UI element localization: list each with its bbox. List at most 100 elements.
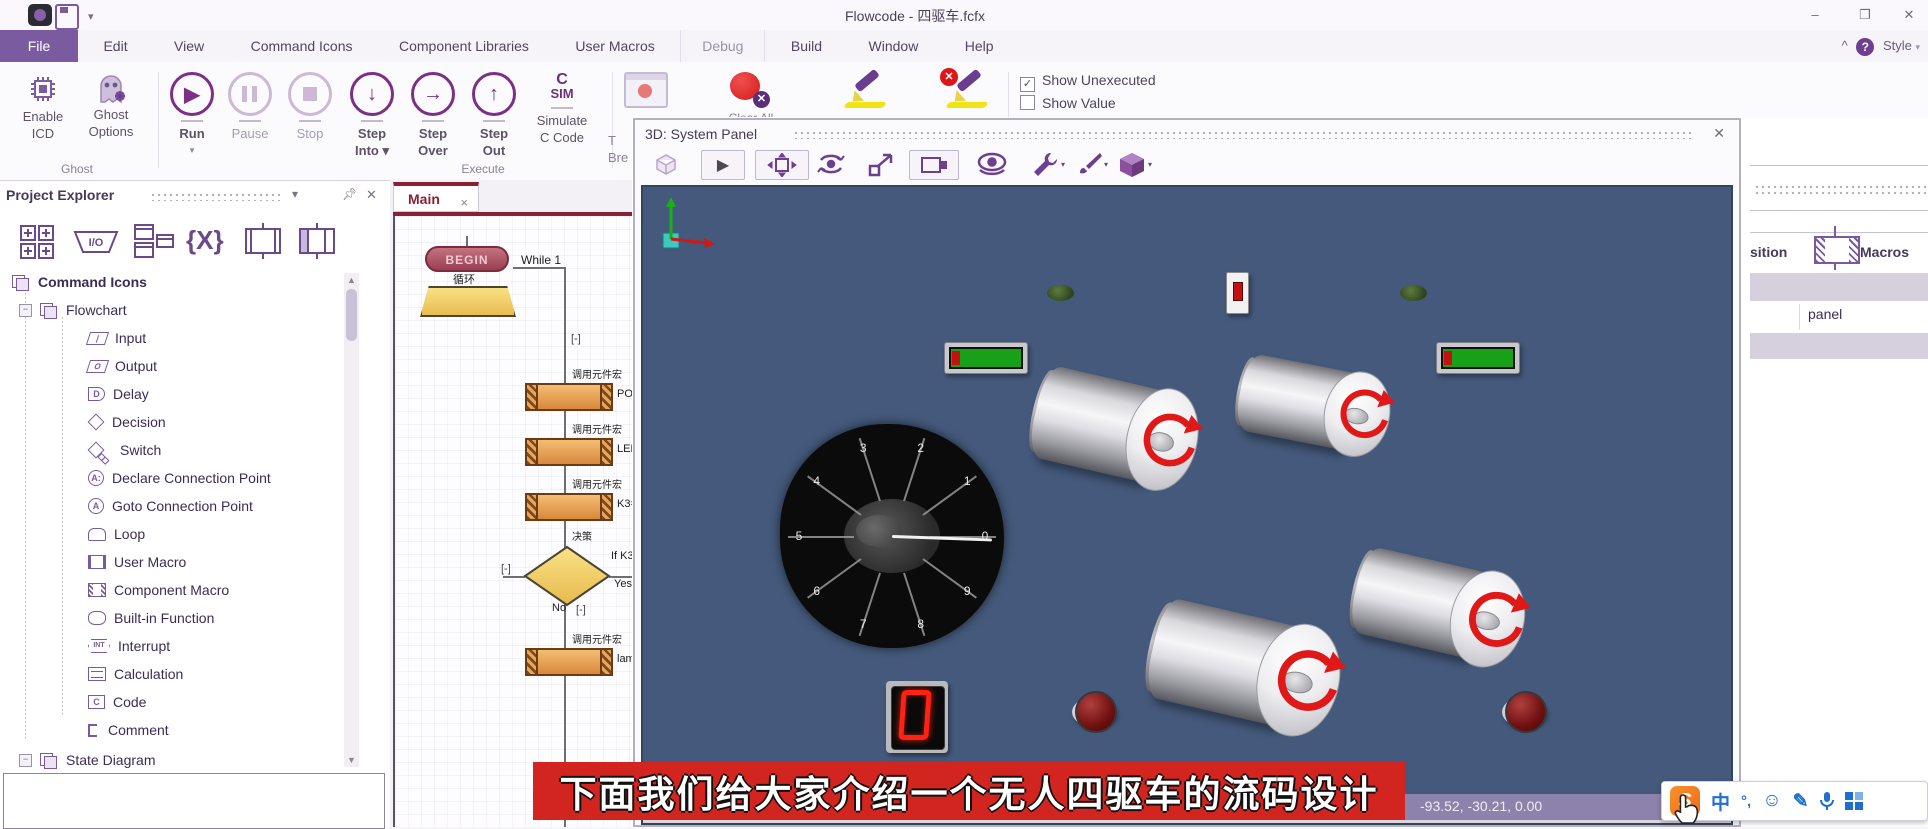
tree-item-decision[interactable]: Decision bbox=[88, 409, 166, 435]
seven-segment-display[interactable] bbox=[886, 681, 948, 753]
menu-help[interactable]: Help bbox=[944, 30, 1015, 62]
bar-led-component[interactable] bbox=[1436, 342, 1520, 374]
close-panel-icon[interactable]: ✕ bbox=[366, 187, 377, 203]
highlight-pen-button[interactable] bbox=[842, 72, 888, 110]
scroll-up-icon[interactable]: ▲ bbox=[344, 273, 359, 287]
quick-access-caret-icon[interactable]: ▾ bbox=[88, 10, 94, 23]
menu-debug[interactable]: Debug bbox=[680, 30, 765, 62]
run-button[interactable]: ▶ Run ▾ bbox=[166, 70, 218, 159]
tree-item-built-in-function[interactable]: Built-in Function bbox=[88, 605, 214, 631]
material-cube-icon[interactable]: ▾ bbox=[1111, 150, 1157, 178]
cursor-mode-button[interactable]: ▶ bbox=[701, 150, 745, 180]
pin-icon[interactable]: 📌︎ bbox=[342, 187, 357, 201]
restore-button[interactable]: ❐ bbox=[1848, 4, 1882, 26]
selection-box-button[interactable] bbox=[909, 150, 959, 180]
menu-file[interactable]: File bbox=[0, 30, 78, 62]
menu-build[interactable]: Build bbox=[770, 30, 843, 62]
tree-item-comment[interactable]: Comment bbox=[88, 717, 169, 743]
green-led-component[interactable] bbox=[1400, 285, 1427, 301]
simulate-c-code-button[interactable]: C SIM Simulate C Code bbox=[524, 70, 600, 146]
tab-main[interactable]: Main × bbox=[393, 182, 479, 212]
braces-x-icon[interactable]: {X} bbox=[186, 225, 224, 256]
close-panel-icon[interactable]: ✕ bbox=[1713, 125, 1725, 142]
minimize-button[interactable]: – bbox=[1798, 4, 1832, 26]
dc-motor-component[interactable] bbox=[1345, 539, 1535, 675]
scrollbar-thumb[interactable] bbox=[346, 289, 357, 341]
ime-language-toggle[interactable]: 中 bbox=[1711, 788, 1730, 815]
breakpoint-window-icon[interactable] bbox=[624, 72, 668, 108]
ghost-options-button[interactable]: Ghost Options bbox=[78, 70, 144, 140]
dc-motor-component[interactable] bbox=[1232, 347, 1398, 462]
rotary-dial-component[interactable]: 0123456789 bbox=[780, 424, 1004, 648]
3d-panel-titlebar[interactable]: 3D: System Panel ✕ bbox=[635, 120, 1739, 148]
microphone-icon[interactable] bbox=[1820, 791, 1834, 811]
pause-button[interactable]: Pause bbox=[222, 70, 278, 142]
close-button[interactable]: ✕ bbox=[1892, 4, 1926, 26]
tree-item-delay[interactable]: D Delay bbox=[88, 381, 149, 407]
scale-mode-button[interactable] bbox=[863, 150, 901, 178]
tree-item-calculation[interactable]: Calculation bbox=[88, 661, 183, 687]
switch-component[interactable] bbox=[1226, 272, 1249, 314]
enable-icd-button[interactable]: Enable ICD bbox=[12, 70, 74, 142]
drag-handle[interactable] bbox=[793, 130, 1693, 139]
stop-button[interactable]: Stop bbox=[284, 70, 336, 142]
component-macro-node[interactable] bbox=[525, 438, 613, 466]
tree-item-component-macro[interactable]: Component Macro bbox=[88, 577, 229, 603]
scroll-down-icon[interactable]: ▼ bbox=[344, 753, 359, 767]
table-row[interactable] bbox=[1750, 273, 1928, 301]
flowchart-begin-node[interactable]: BEGIN bbox=[425, 246, 509, 272]
tree-item-input[interactable]: | Input bbox=[88, 325, 146, 351]
windows-icon[interactable] bbox=[132, 223, 176, 264]
clear-all-breakpoints-button[interactable]: ✕ bbox=[728, 70, 772, 110]
clear-highlight-pen-button[interactable]: ✕ bbox=[944, 72, 990, 110]
menu-command-icons[interactable]: Command Icons bbox=[230, 30, 374, 62]
menu-component-libraries[interactable]: Component Libraries bbox=[378, 30, 550, 62]
ime-handwriting-icon[interactable]: ✎ bbox=[1793, 790, 1809, 813]
ribbon-collapse-button[interactable]: ^ bbox=[1842, 38, 1848, 53]
component-macro-node[interactable] bbox=[525, 493, 613, 521]
visibility-eye-icon[interactable] bbox=[971, 150, 1013, 178]
tree-item-loop[interactable]: Loop bbox=[88, 521, 145, 547]
step-out-button[interactable]: ↑ Step Out bbox=[468, 70, 520, 159]
io-icon[interactable]: I/O bbox=[72, 229, 120, 260]
wrench-tool-icon[interactable]: ▾ bbox=[1029, 150, 1067, 178]
checkbox-icon[interactable]: ✓ bbox=[1020, 77, 1035, 92]
menu-window[interactable]: Window bbox=[848, 30, 940, 62]
move-mode-button[interactable] bbox=[755, 150, 809, 180]
3d-viewport[interactable]: 0123456789 -93.52, -30.21, 0.00 bbox=[641, 185, 1733, 825]
help-icon[interactable]: ? bbox=[1856, 38, 1874, 56]
bar-led-component[interactable] bbox=[944, 342, 1028, 374]
tree-item-switch[interactable]: Switch bbox=[88, 437, 161, 463]
table-row[interactable] bbox=[1750, 333, 1928, 359]
macros-label[interactable]: Macros bbox=[1860, 244, 1909, 260]
dc-motor-component[interactable] bbox=[1024, 358, 1209, 498]
macro-shape-icon[interactable] bbox=[240, 223, 286, 264]
chevron-down-icon[interactable]: ▾ bbox=[292, 187, 298, 201]
tree-item-interrupt[interactable]: INT Interrupt bbox=[88, 633, 170, 659]
command-grid-icon[interactable] bbox=[18, 223, 56, 264]
flowchart-decision-node[interactable] bbox=[522, 544, 612, 608]
step-over-button[interactable]: → Step Over bbox=[406, 70, 460, 159]
ime-emoji-icon[interactable]: ☺ bbox=[1762, 790, 1781, 812]
ime-punctuation-toggle[interactable]: °, bbox=[1741, 793, 1751, 810]
table-cell-panel[interactable]: panel bbox=[1808, 306, 1842, 322]
style-menu[interactable]: Style bbox=[1883, 38, 1912, 53]
menu-edit[interactable]: Edit bbox=[82, 30, 148, 62]
tree-item-user-macro[interactable]: User Macro bbox=[88, 549, 186, 575]
flowchart-loop-node[interactable] bbox=[420, 286, 516, 317]
collapse-toggle[interactable]: [-] bbox=[501, 563, 511, 575]
tree-root[interactable]: Command Icons bbox=[12, 269, 147, 295]
tree-item-code[interactable]: C Code bbox=[88, 689, 146, 715]
show-value-checkbox[interactable]: Show Value bbox=[1020, 95, 1116, 111]
tree-item-goto-connection-point[interactable]: A Goto Connection Point bbox=[88, 493, 253, 519]
collapse-toggle[interactable]: [-] bbox=[576, 604, 586, 616]
ime-toolbox-icon[interactable] bbox=[1845, 792, 1863, 810]
component-macro-node[interactable] bbox=[525, 383, 613, 411]
paint-brush-icon[interactable]: ▾ bbox=[1071, 150, 1111, 178]
menu-view[interactable]: View bbox=[153, 30, 225, 62]
component-macro-shape-icon[interactable] bbox=[294, 223, 340, 264]
collapse-icon[interactable]: − bbox=[19, 754, 32, 767]
collapse-icon[interactable]: − bbox=[19, 304, 32, 317]
dc-motor-component[interactable] bbox=[1140, 589, 1351, 745]
menu-user-macros[interactable]: User Macros bbox=[554, 30, 675, 62]
